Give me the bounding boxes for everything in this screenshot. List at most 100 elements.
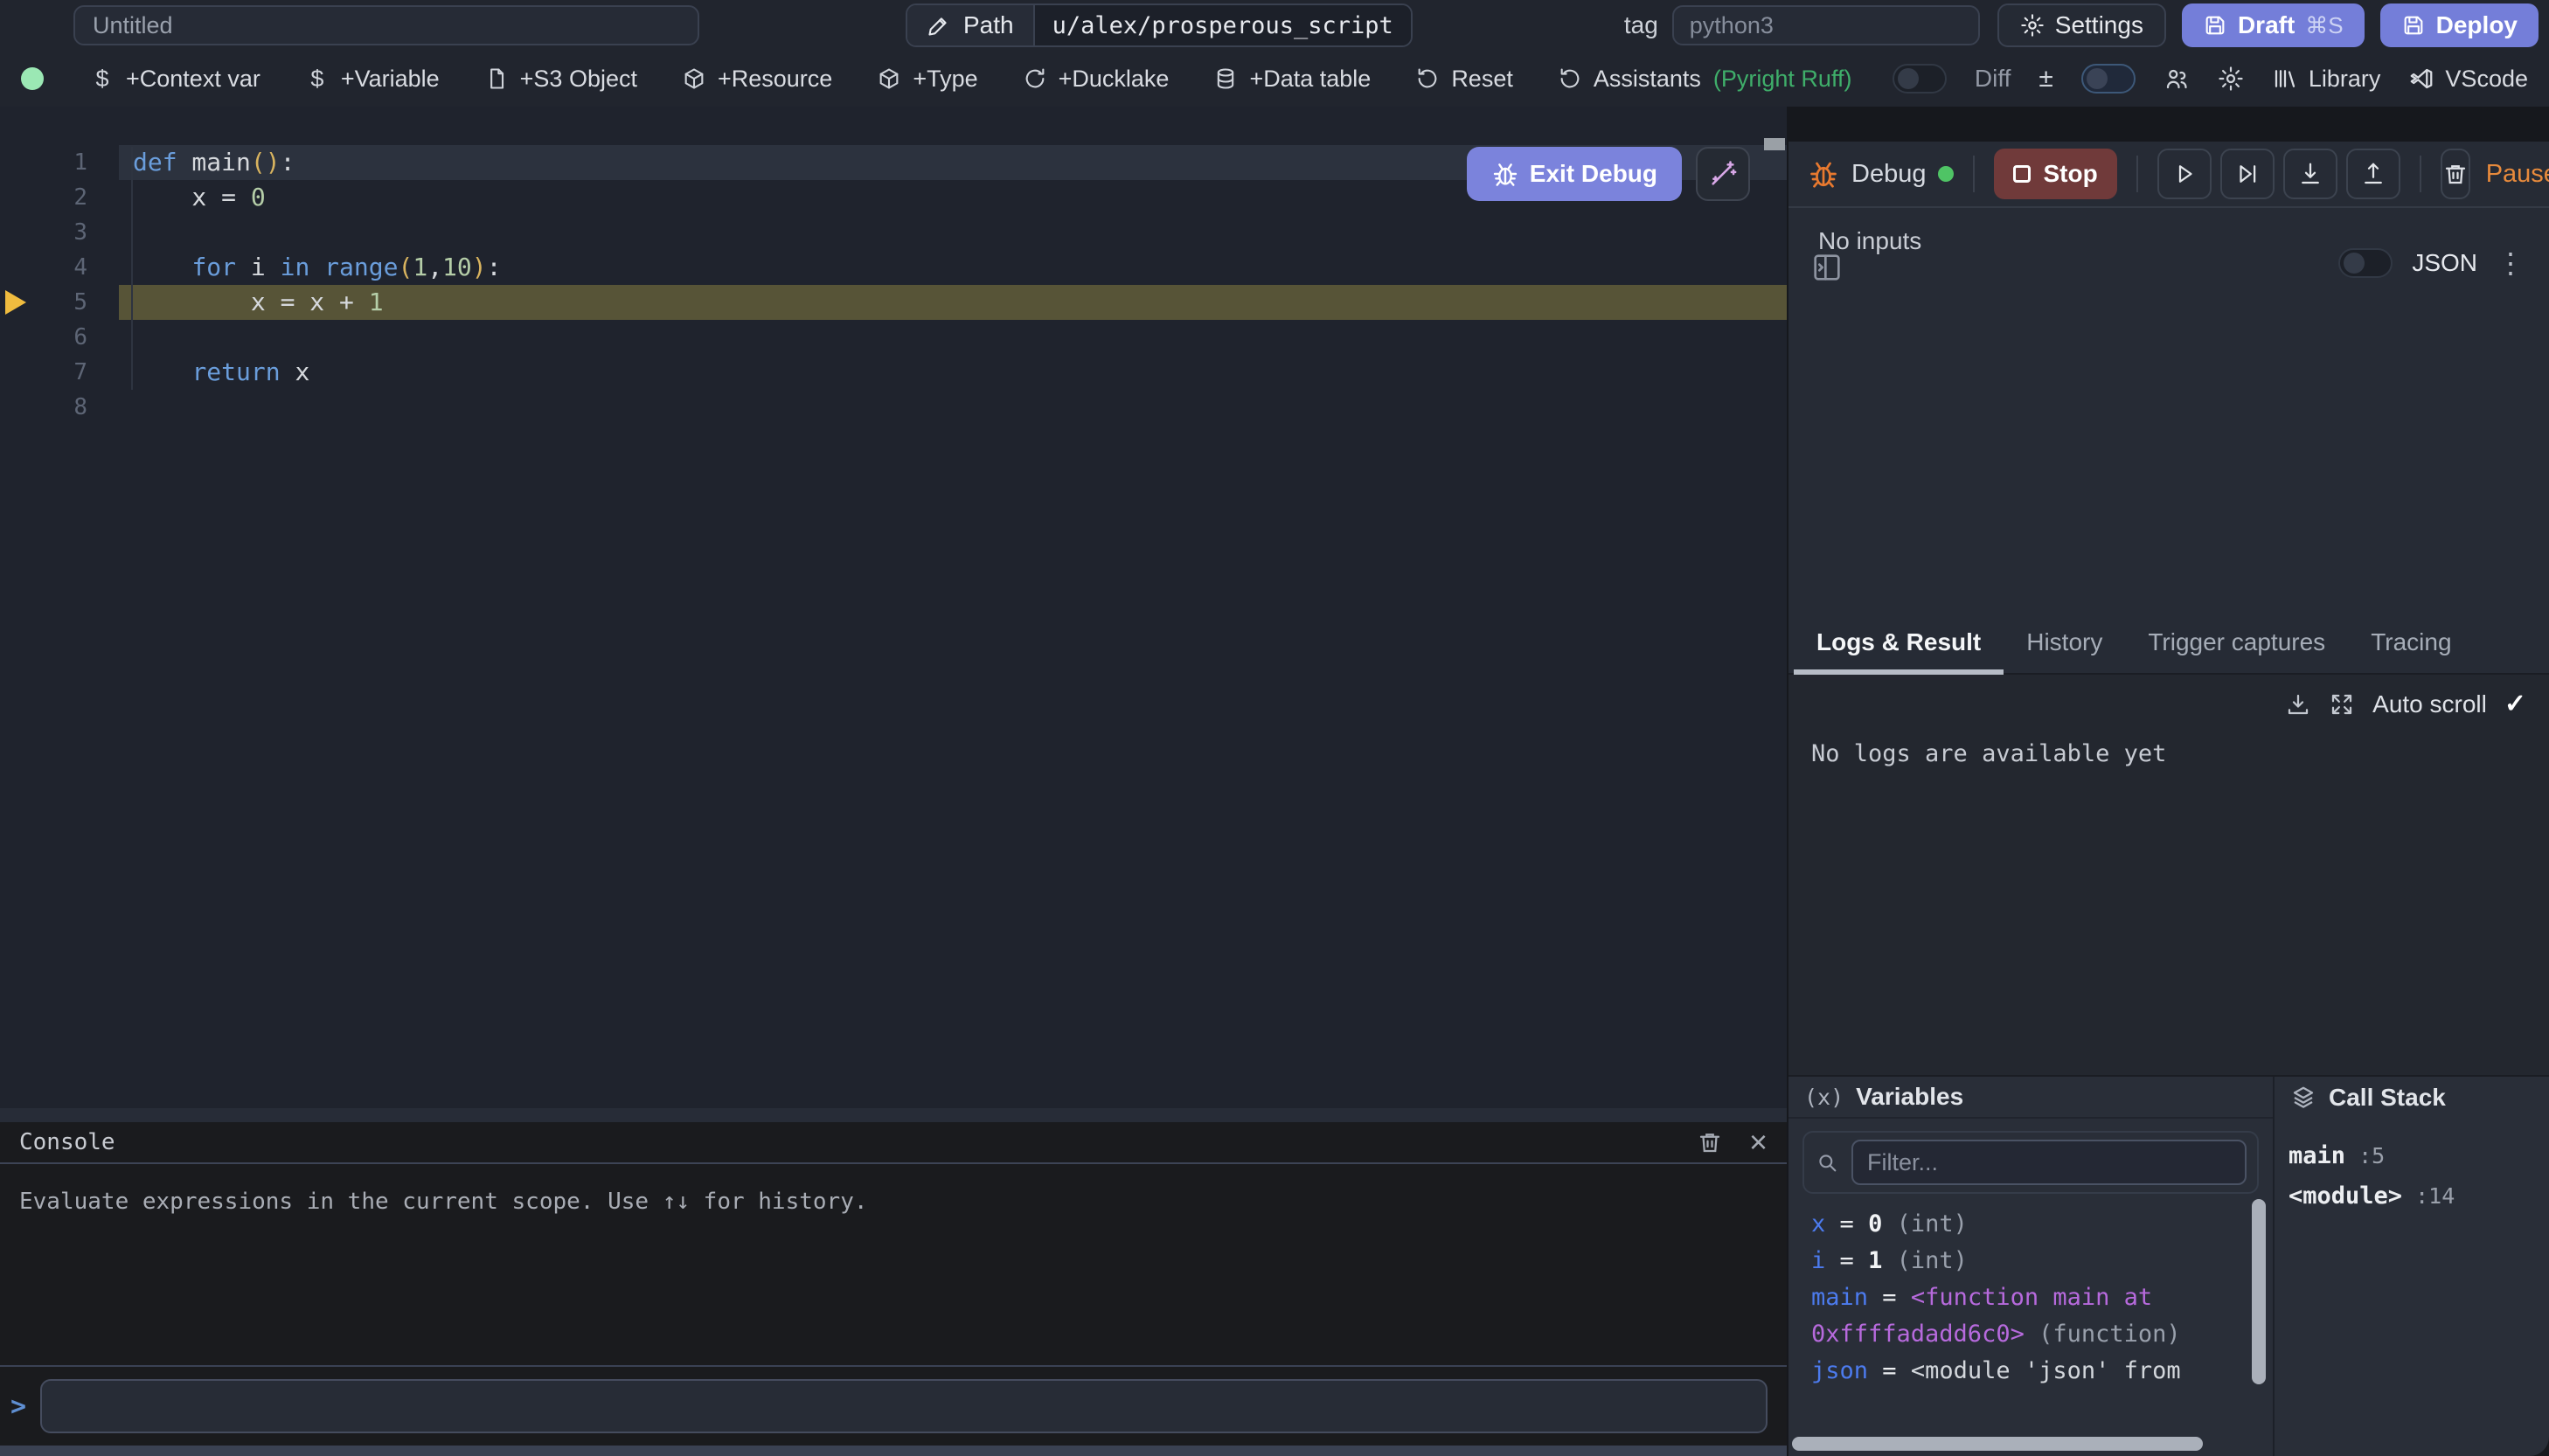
- right-panel: Debug Stop Paused: [1788, 107, 2549, 1456]
- vscode-icon: [2408, 66, 2434, 92]
- trash-icon: [2442, 161, 2469, 187]
- ai-assistant-button[interactable]: [1696, 147, 1750, 201]
- settings-button[interactable]: Settings: [1997, 3, 2166, 47]
- callstack-title: Call Stack: [2329, 1084, 2446, 1112]
- code-text: def main():: [133, 145, 295, 180]
- toolbar-button-type[interactable]: +Type: [876, 66, 977, 93]
- tag-input[interactable]: [1672, 5, 1980, 45]
- variables-vertical-scrollbar[interactable]: [2252, 1199, 2266, 1384]
- line-body: [119, 320, 1787, 355]
- toolbar-button-reset[interactable]: Reset: [1414, 66, 1513, 93]
- step-over-button[interactable]: [2220, 149, 2275, 199]
- console-input[interactable]: [40, 1379, 1768, 1433]
- filter-wrap: [1802, 1131, 2259, 1194]
- line-body: [119, 390, 1787, 425]
- toolbar-button-s3-object[interactable]: +S3 Object: [483, 66, 637, 93]
- step-buttons: [2157, 149, 2400, 199]
- layers-icon: [2290, 1085, 2316, 1111]
- code-line-8[interactable]: 8: [0, 390, 1787, 425]
- toolbar-button-assistants[interactable]: Assistants(Pyright Ruff): [1557, 66, 1852, 93]
- draft-button[interactable]: Draft ⌘S: [2182, 3, 2365, 47]
- toolbar-items: $+Context var $+Variable +S3 Object +Resour…: [89, 66, 1851, 93]
- variable-item-main[interactable]: main = <function main at 0xffffadadd6c0>…: [1811, 1279, 2234, 1353]
- close-console-button[interactable]: ×: [1749, 1129, 1768, 1155]
- toolbar-button-ducklake[interactable]: +Ducklake: [1022, 66, 1170, 93]
- vscode-button[interactable]: VScode: [2408, 66, 2528, 93]
- multiplayer-toggle[interactable]: [2081, 64, 2136, 94]
- json-toggle[interactable]: [2338, 248, 2393, 278]
- variable-item-i[interactable]: i = 1 (int): [1811, 1243, 2234, 1279]
- trash-icon: [1697, 1129, 1723, 1155]
- code-line-5[interactable]: 5 x = x + 1: [0, 285, 1787, 320]
- continue-button[interactable]: [2157, 149, 2212, 199]
- refresh-icon: [1557, 66, 1583, 91]
- console-panel: Console × Evaluate expressions in the cu…: [0, 1122, 1787, 1456]
- callstack-frame[interactable]: main :5: [2289, 1136, 2535, 1176]
- tab-tracing[interactable]: Tracing: [2348, 612, 2474, 673]
- step-out-button[interactable]: [2346, 149, 2400, 199]
- library-button[interactable]: Library: [2272, 66, 2381, 93]
- code-text: for i in range(1,10):: [133, 250, 501, 285]
- editor-scrollbar-thumb[interactable]: [1764, 138, 1785, 150]
- tab-history[interactable]: History: [2004, 612, 2125, 673]
- stop-label: Stop: [2043, 160, 2097, 188]
- variables-header: (x) Variables: [1788, 1077, 2273, 1119]
- expand-icon[interactable]: [2329, 691, 2355, 718]
- toolbar-button-resource[interactable]: +Resource: [681, 66, 832, 93]
- variables-filter-input[interactable]: [1851, 1140, 2247, 1185]
- draft-label: Draft: [2238, 11, 2295, 39]
- users-icon[interactable]: [2164, 66, 2190, 92]
- gear-icon: [2020, 13, 2045, 38]
- result-tabs: Logs & ResultHistoryTrigger capturesTrac…: [1788, 612, 2549, 675]
- panel-resize-handle[interactable]: [0, 1108, 1787, 1122]
- tab-trigger-captures[interactable]: Trigger captures: [2125, 612, 2348, 673]
- diff-label: Diff: [1975, 65, 2011, 93]
- stop-button[interactable]: Stop: [1994, 149, 2116, 199]
- path-value[interactable]: u/alex/prosperous_script: [1033, 5, 1411, 45]
- code-line-3[interactable]: 3: [0, 215, 1787, 250]
- cycle-icon: [1022, 66, 1048, 91]
- toolbar-button-data-table[interactable]: +Data table: [1212, 66, 1371, 93]
- vscode-label: VScode: [2445, 66, 2528, 93]
- code-line-6[interactable]: 6: [0, 320, 1787, 355]
- search-icon: [1815, 1150, 1839, 1175]
- callstack-frame[interactable]: <module> :14: [2289, 1176, 2535, 1217]
- console-actions: ×: [1697, 1129, 1768, 1155]
- deploy-button[interactable]: Deploy: [2380, 3, 2539, 47]
- toolbar-label: +Resource: [718, 66, 832, 93]
- download-icon[interactable]: [2285, 691, 2311, 718]
- code-line-7[interactable]: 7 return x: [0, 355, 1787, 390]
- line-number: 8: [38, 394, 87, 420]
- toolbar-button-variable[interactable]: $+Variable: [304, 66, 440, 93]
- variable-item-json[interactable]: json = <module 'json' from: [1811, 1353, 2234, 1390]
- script-name-input[interactable]: [73, 5, 699, 45]
- step-into-button[interactable]: [2283, 149, 2337, 199]
- toolbar-button-context-var[interactable]: $+Context var: [89, 66, 260, 93]
- left-column: 1def main():2 x = 034 for i in range(1,1…: [0, 107, 1787, 1456]
- autoscroll-label[interactable]: Auto scroll: [2372, 690, 2487, 718]
- console-title: Console: [19, 1129, 115, 1155]
- kebab-menu-button[interactable]: ⋮: [2497, 250, 2525, 276]
- exit-debug-button[interactable]: Exit Debug: [1467, 147, 1682, 201]
- exit-debug-label: Exit Debug: [1530, 160, 1657, 188]
- path-edit-button[interactable]: Path: [907, 5, 1033, 45]
- toolbar-label: Reset: [1451, 66, 1513, 93]
- discard-debug-button[interactable]: [2441, 149, 2470, 199]
- debug-toolbar: Debug Stop Paused: [1788, 142, 2549, 208]
- path-group[interactable]: Path u/alex/prosperous_script: [906, 3, 1413, 47]
- code-line-4[interactable]: 4 for i in range(1,10):: [0, 250, 1787, 285]
- callstack-frames: main :5<module> :14: [2275, 1119, 2549, 1234]
- line-gutter: 8: [0, 390, 119, 425]
- diff-toggle[interactable]: [1893, 64, 1947, 94]
- variable-item-x[interactable]: x = 0 (int): [1811, 1206, 2234, 1243]
- check-icon[interactable]: ✓: [2504, 689, 2526, 719]
- package-icon: [681, 66, 707, 91]
- line-number: 5: [38, 289, 87, 315]
- line-body: return x: [119, 355, 1787, 390]
- gear-icon[interactable]: [2218, 66, 2244, 92]
- divider: [2420, 156, 2421, 192]
- variables-horizontal-scrollbar[interactable]: [1792, 1437, 2203, 1451]
- clear-console-button[interactable]: [1697, 1129, 1723, 1155]
- tab-logs-result[interactable]: Logs & Result: [1794, 612, 2004, 673]
- code-editor[interactable]: 1def main():2 x = 034 for i in range(1,1…: [0, 107, 1787, 1108]
